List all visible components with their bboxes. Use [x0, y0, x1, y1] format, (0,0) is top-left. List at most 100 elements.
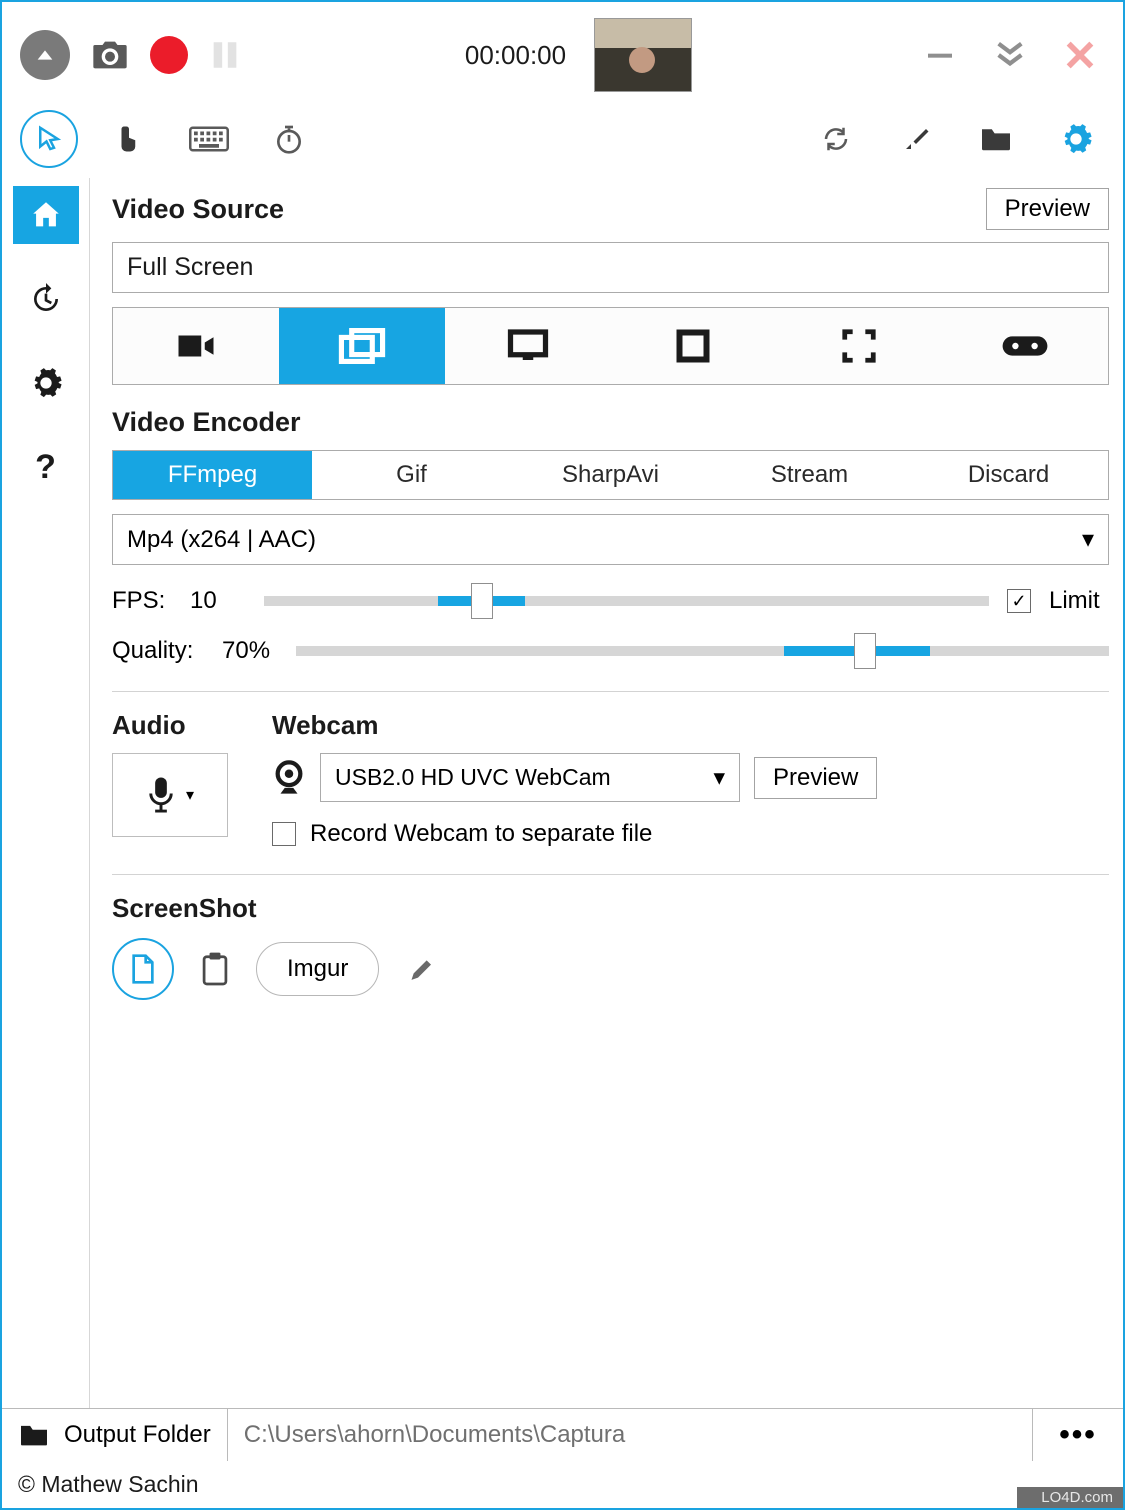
- source-tab-window[interactable]: [610, 308, 776, 384]
- fps-row: FPS: 10 ✓ Limit: [112, 587, 1109, 615]
- source-tab-camera[interactable]: [113, 308, 279, 384]
- brush-button[interactable]: [887, 110, 945, 168]
- browse-button[interactable]: •••: [1033, 1418, 1123, 1452]
- webcam-device-dropdown[interactable]: USB2.0 HD UVC WebCam ▾: [320, 753, 740, 802]
- record-button[interactable]: [150, 36, 188, 74]
- screenshot-file-button[interactable]: [112, 938, 174, 1000]
- chevron-down-icon: ▾: [1082, 525, 1094, 554]
- history-icon: [30, 283, 62, 315]
- separate-file-label: Record Webcam to separate file: [310, 820, 652, 848]
- screenshot-title: ScreenShot: [112, 893, 1109, 924]
- webcam-preview-thumb[interactable]: [594, 18, 692, 92]
- top-toolbar: 00:00:00: [2, 2, 1123, 100]
- quality-slider[interactable]: [296, 646, 1109, 656]
- video-encoder-title: Video Encoder: [112, 407, 1109, 438]
- video-source-title: Video Source: [112, 194, 284, 225]
- timer-display: 00:00:00: [465, 40, 566, 71]
- hand-icon: [114, 122, 144, 156]
- gear-icon: [1059, 122, 1093, 156]
- cursor-icon: [34, 124, 64, 154]
- close-icon: [1063, 38, 1097, 72]
- keyboard-tool[interactable]: [180, 110, 238, 168]
- cursor-tool[interactable]: [20, 110, 78, 168]
- video-source-input[interactable]: [112, 242, 1109, 293]
- keyboard-icon: [189, 126, 229, 152]
- triangle-up-icon: [34, 44, 56, 66]
- close-button[interactable]: [1055, 35, 1105, 75]
- sidebar-settings[interactable]: [13, 354, 79, 412]
- webcam-section: Webcam USB2.0 HD UVC WebCam ▾ Preview Re…: [272, 710, 1109, 848]
- source-tab-monitor[interactable]: [445, 308, 611, 384]
- folder-icon: [979, 125, 1013, 153]
- camera-icon: [90, 38, 130, 72]
- screenshot-row: Imgur: [112, 938, 1109, 1000]
- click-tool[interactable]: [100, 110, 158, 168]
- content: Video Source Preview Video: [90, 178, 1123, 1408]
- footer-bar: Output Folder C:\Users\ahorn\Documents\C…: [2, 1408, 1123, 1461]
- tray-button[interactable]: [985, 35, 1035, 75]
- collapse-button[interactable]: [20, 30, 70, 80]
- square-icon: [675, 328, 711, 364]
- screenshot-edit-button[interactable]: [405, 956, 431, 982]
- gamepad-icon: [1001, 332, 1049, 360]
- encoder-tab-stream[interactable]: Stream: [710, 451, 909, 499]
- watermark: LO4D.com: [1017, 1487, 1123, 1508]
- separate-file-checkbox[interactable]: [272, 822, 296, 846]
- folder-button[interactable]: [967, 110, 1025, 168]
- minimize-button[interactable]: [915, 35, 965, 75]
- sidebar-help[interactable]: ?: [13, 438, 79, 496]
- quality-value: 70%: [222, 637, 278, 665]
- region-brackets-icon: [840, 327, 878, 365]
- output-folder-section[interactable]: Output Folder: [2, 1409, 228, 1461]
- video-camera-icon: [175, 331, 217, 361]
- audio-title: Audio: [112, 710, 228, 741]
- codec-dropdown[interactable]: Mp4 (x264 | AAC) ▾: [112, 514, 1109, 565]
- refresh-icon: [821, 124, 851, 154]
- encoder-tab-gif[interactable]: Gif: [312, 451, 511, 499]
- source-tab-screens[interactable]: [279, 308, 445, 384]
- limit-checkbox[interactable]: ✓: [1007, 589, 1031, 613]
- encoder-tab-sharpavi[interactable]: SharpAvi: [511, 451, 710, 499]
- pause-button[interactable]: [208, 35, 242, 75]
- sidebar-history[interactable]: [13, 270, 79, 328]
- audio-toggle[interactable]: ▾: [112, 753, 228, 837]
- output-path[interactable]: C:\Users\ahorn\Documents\Captura: [228, 1409, 1033, 1461]
- refresh-button[interactable]: [807, 110, 865, 168]
- minimize-icon: [924, 39, 956, 71]
- quality-label: Quality:: [112, 637, 204, 665]
- camera-button[interactable]: [90, 38, 130, 72]
- webcam-icon: [272, 759, 306, 797]
- sidebar-home[interactable]: [13, 186, 79, 244]
- webcam-preview-button[interactable]: Preview: [754, 757, 877, 799]
- second-toolbar: [2, 100, 1123, 178]
- folder-icon: [18, 1422, 50, 1448]
- stopwatch-icon: [273, 123, 305, 155]
- fps-slider[interactable]: [264, 596, 989, 606]
- separator: [112, 691, 1109, 692]
- home-icon: [29, 198, 63, 232]
- source-tab-game[interactable]: [942, 308, 1108, 384]
- output-folder-label: Output Folder: [64, 1421, 211, 1449]
- preview-button[interactable]: Preview: [986, 188, 1109, 230]
- screenshot-clipboard-button[interactable]: [200, 951, 230, 987]
- fps-value: 10: [190, 587, 246, 615]
- source-tabs: [112, 307, 1109, 385]
- quality-row: Quality: 70%: [112, 637, 1109, 665]
- timer-tool[interactable]: [260, 110, 318, 168]
- encoder-tab-discard[interactable]: Discard: [909, 451, 1108, 499]
- monitor-icon: [507, 328, 549, 364]
- brush-icon: [901, 124, 931, 154]
- settings-button[interactable]: [1047, 110, 1105, 168]
- screenshot-imgur-button[interactable]: Imgur: [256, 942, 379, 996]
- fps-label: FPS:: [112, 587, 172, 615]
- copyright: © Mathew Sachin: [2, 1461, 1123, 1508]
- chevron-down-icon: ▾: [713, 764, 725, 791]
- source-tab-region[interactable]: [776, 308, 942, 384]
- encoder-tab-ffmpeg[interactable]: FFmpeg: [113, 451, 312, 499]
- webcam-device-value: USB2.0 HD UVC WebCam: [335, 764, 611, 791]
- webcam-title: Webcam: [272, 710, 1109, 741]
- question-icon: ?: [35, 448, 56, 487]
- pause-icon: [208, 35, 242, 75]
- microphone-icon: [146, 776, 176, 814]
- double-chevron-down-icon: [993, 38, 1027, 72]
